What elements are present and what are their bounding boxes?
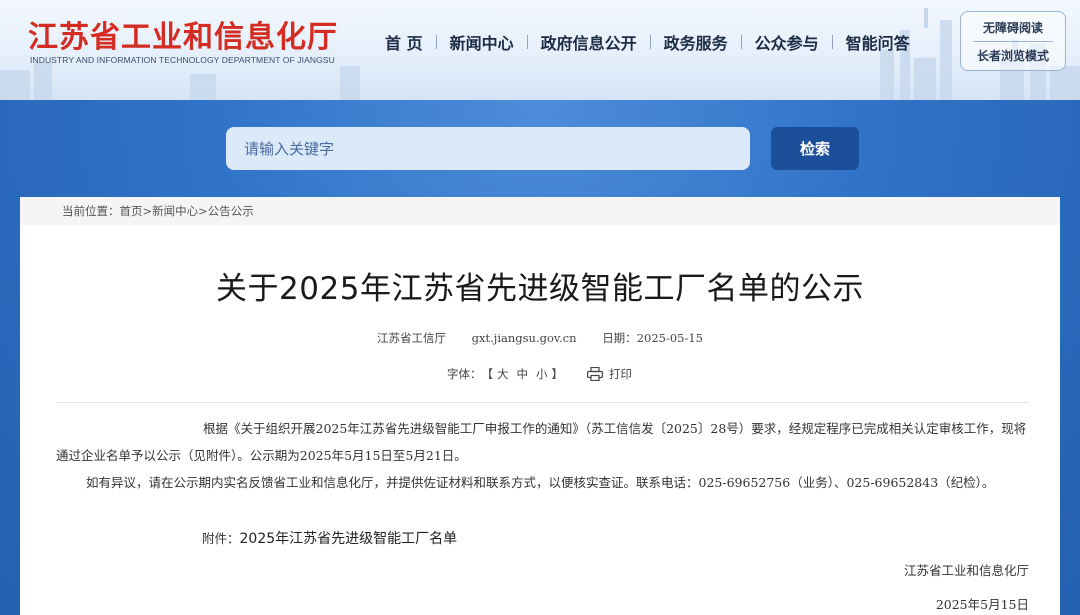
print-label: 打印 xyxy=(609,367,632,381)
site-logo-subtitle: INDUSTRY AND INFORMATION TECHNOLOGY DEPA… xyxy=(30,55,335,65)
print-button[interactable]: 打印 xyxy=(587,366,632,382)
barrier-free-reading-button[interactable]: 无障碍阅读 xyxy=(961,19,1065,36)
font-size-bracket-close: 】 xyxy=(551,367,564,381)
breadcrumb-separator: > xyxy=(198,204,208,218)
attachment-link[interactable]: 2025年江苏省先进级智能工厂名单 xyxy=(240,531,458,547)
article-site: gxt.jiangsu.gov.cn xyxy=(471,331,577,345)
elder-mode-button[interactable]: 长者浏览模式 xyxy=(961,47,1065,64)
article-body: 根据《关于组织开展2025年江苏省先进级智能工厂申报工作的通知》（苏工信信发〔2… xyxy=(56,415,1032,496)
article-card: 当前位置：首页>新闻中心>公告公示 关于2025年江苏省先进级智能工厂名单的公示… xyxy=(20,197,1060,615)
attachment: 附件：2025年江苏省先进级智能工厂名单 xyxy=(202,528,457,548)
nav-gov-services[interactable]: 政务服务 xyxy=(651,30,741,54)
font-size-bracket-open: 【 xyxy=(481,367,494,381)
printer-icon xyxy=(587,367,603,381)
breadcrumb-home[interactable]: 首页 xyxy=(120,204,143,218)
article-meta: 江苏省工信厅 gxt.jiangsu.gov.cn 日期：2025-05-15 xyxy=(20,330,1060,346)
nav-smart-qa[interactable]: 智能问答 xyxy=(833,30,923,54)
site-header: 江苏省工业和信息化厅 INDUSTRY AND INFORMATION TECH… xyxy=(0,0,1080,100)
attachment-label: 附件： xyxy=(202,531,240,546)
main-nav: 首 页 新闻中心 政府信息公开 政务服务 公众参与 智能问答 xyxy=(372,30,923,54)
date-value: 2025-05-15 xyxy=(636,331,703,345)
site-logo-title[interactable]: 江苏省工业和信息化厅 xyxy=(28,12,338,56)
breadcrumb-announcements[interactable]: 公告公示 xyxy=(208,204,254,218)
font-size-small[interactable]: 小 xyxy=(536,366,548,382)
article-title: 关于2025年江苏省先进级智能工厂名单的公示 xyxy=(216,271,864,307)
search-input[interactable] xyxy=(226,127,750,170)
nav-gov-info-public[interactable]: 政府信息公开 xyxy=(528,30,650,54)
search-button[interactable]: 检索 xyxy=(771,127,859,170)
signature-date: 2025年5月15日 xyxy=(935,597,1029,612)
breadcrumb-news-center[interactable]: 新闻中心 xyxy=(152,204,198,218)
font-size-controls: 字体： 【 大 中 小 】 打印 xyxy=(447,366,632,382)
content-divider xyxy=(57,402,1029,403)
accessibility-divider xyxy=(973,41,1053,42)
nav-home[interactable]: 首 页 xyxy=(372,30,436,54)
breadcrumb: 当前位置：首页>新闻中心>公告公示 xyxy=(20,197,1060,225)
font-size-medium[interactable]: 中 xyxy=(517,366,529,382)
breadcrumb-separator: > xyxy=(142,204,153,218)
signature-org: 江苏省工业和信息化厅 xyxy=(903,563,1029,578)
date-label: 日期： xyxy=(602,331,637,345)
accessibility-panel: 无障碍阅读 长者浏览模式 xyxy=(960,11,1066,71)
breadcrumb-prefix: 当前位置： xyxy=(62,204,120,218)
font-size-label: 字体： xyxy=(447,367,482,381)
nav-news-center[interactable]: 新闻中心 xyxy=(437,30,527,54)
article-paragraph-2: 如有异议，请在公示期内实名反馈省工业和信息化厅，并提供佐证材料和联系方式，以便核… xyxy=(86,475,995,490)
article-paragraph-1: 根据《关于组织开展2025年江苏省先进级智能工厂申报工作的通知》（苏工信信发〔2… xyxy=(56,421,1027,463)
font-size-large[interactable]: 大 xyxy=(497,366,509,382)
nav-public-participation[interactable]: 公众参与 xyxy=(742,30,832,54)
article-source: 江苏省工信厅 xyxy=(376,331,446,345)
article-date: 日期：2025-05-15 xyxy=(602,331,703,345)
